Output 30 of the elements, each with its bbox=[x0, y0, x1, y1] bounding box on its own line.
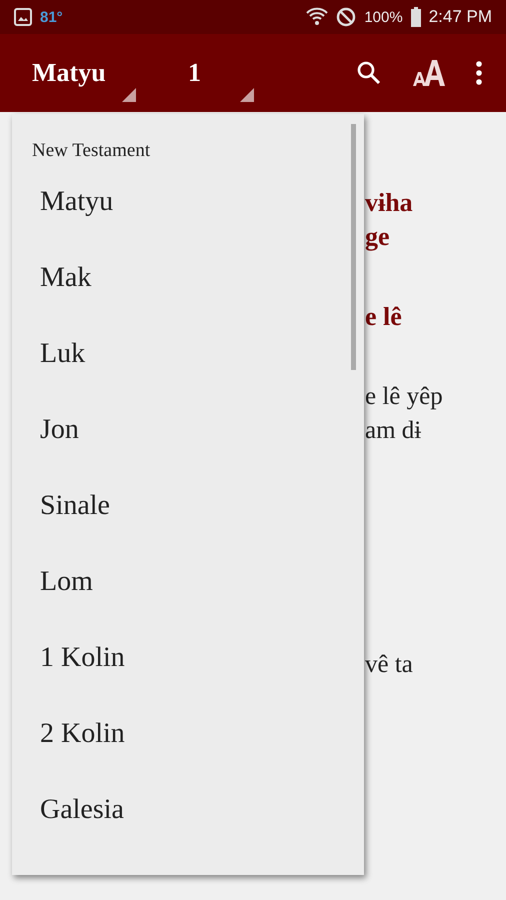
image-icon bbox=[14, 8, 32, 26]
chapter-selector[interactable]: 1 bbox=[188, 58, 240, 88]
more-options-icon[interactable] bbox=[476, 61, 482, 85]
clock: 2:47 PM bbox=[428, 7, 492, 27]
book-menu-item[interactable]: Jon bbox=[12, 392, 364, 468]
verse-text: am dɨ bbox=[365, 416, 422, 446]
section-heading: vɨha bbox=[365, 187, 414, 219]
battery-percent: 100% bbox=[364, 8, 403, 26]
section-heading: e lê bbox=[365, 301, 403, 333]
book-menu-item[interactable]: Luk bbox=[12, 316, 364, 392]
verse-text: e lê yêp bbox=[365, 382, 444, 412]
book-menu-item[interactable]: Matyu bbox=[12, 164, 364, 240]
book-menu-item[interactable]: Sinale bbox=[12, 468, 364, 544]
book-menu-item[interactable]: 2 Kolin bbox=[12, 696, 364, 772]
wifi-icon bbox=[306, 7, 328, 27]
book-menu-item[interactable]: Galesia bbox=[12, 772, 364, 848]
battery-icon bbox=[410, 7, 421, 27]
text-size-icon[interactable] bbox=[412, 59, 446, 87]
book-selector[interactable]: Matyu bbox=[32, 58, 122, 88]
dropdown-triangle-icon bbox=[122, 88, 136, 102]
book-menu-item[interactable]: Lom bbox=[12, 544, 364, 620]
do-not-disturb-icon bbox=[336, 7, 356, 27]
verse-text: vê ta bbox=[365, 650, 414, 680]
dropdown-triangle-icon bbox=[240, 88, 254, 102]
menu-section-header: New Testament bbox=[31, 139, 152, 163]
section-heading: ge bbox=[365, 221, 391, 253]
book-menu-item[interactable]: Mak bbox=[12, 240, 364, 316]
temperature: 81° bbox=[40, 8, 63, 26]
book-menu-item[interactable]: 1 Kolin bbox=[12, 620, 364, 696]
search-icon[interactable] bbox=[356, 60, 382, 86]
